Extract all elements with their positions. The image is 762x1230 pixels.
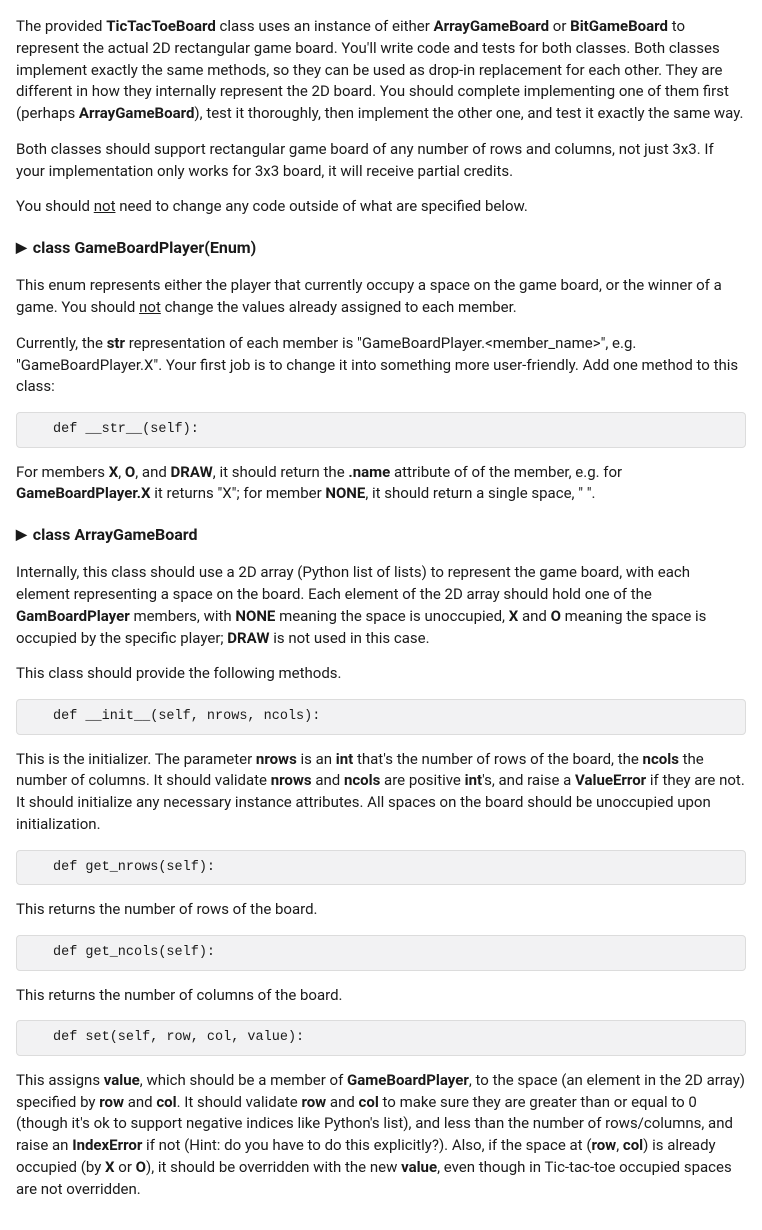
code-str-method: def __str__(self): bbox=[16, 412, 746, 448]
intro-paragraph-3: You should not need to change any code o… bbox=[16, 196, 746, 218]
agb-paragraph-1: Internally, this class should use a 2D a… bbox=[16, 562, 746, 649]
agb-paragraph-6: This assigns value, which should be a me… bbox=[16, 1070, 746, 1201]
gbp-paragraph-3: For members X, O, and DRAW, it should re… bbox=[16, 462, 746, 506]
intro-paragraph-2: Both classes should support rectangular … bbox=[16, 139, 746, 183]
agb-paragraph-4: This returns the number of rows of the b… bbox=[16, 899, 746, 921]
code-getnrows-method: def get_nrows(self): bbox=[16, 850, 746, 886]
section-gameboardplayer-summary[interactable]: class GameBoardPlayer(Enum) bbox=[16, 232, 746, 263]
agb-paragraph-3: This is the initializer. The parameter n… bbox=[16, 749, 746, 836]
section-gameboardplayer: class GameBoardPlayer(Enum) bbox=[16, 232, 746, 263]
gbp-paragraph-2: Currently, the str representation of eac… bbox=[16, 333, 746, 398]
intro-paragraph-1: The provided TicTacToeBoard class uses a… bbox=[16, 16, 746, 125]
code-getncols-method: def get_ncols(self): bbox=[16, 935, 746, 971]
code-set-method: def set(self, row, col, value): bbox=[16, 1020, 746, 1056]
gbp-paragraph-1: This enum represents either the player t… bbox=[16, 275, 746, 319]
code-init-method: def __init__(self, nrows, ncols): bbox=[16, 699, 746, 735]
agb-paragraph-5: This returns the number of columns of th… bbox=[16, 985, 746, 1007]
section-arraygameboard: class ArrayGameBoard bbox=[16, 519, 746, 550]
agb-paragraph-2: This class should provide the following … bbox=[16, 663, 746, 685]
section-arraygameboard-summary[interactable]: class ArrayGameBoard bbox=[16, 519, 746, 550]
